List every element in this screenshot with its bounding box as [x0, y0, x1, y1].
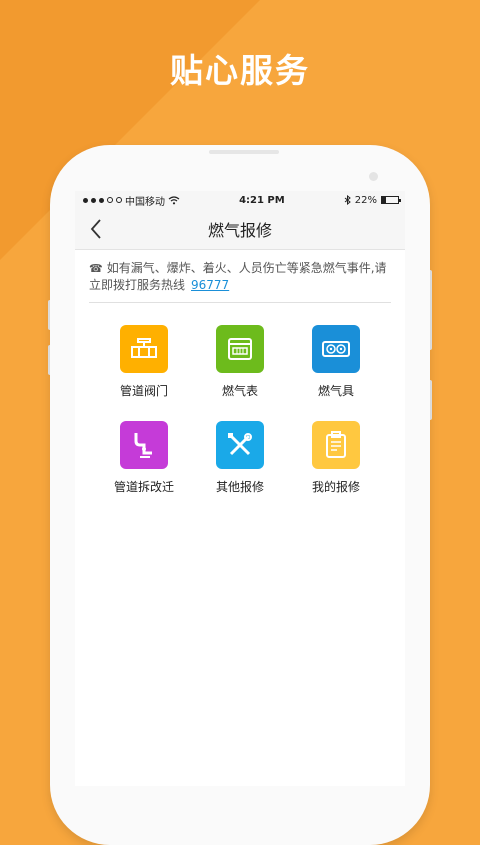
pipe-relocation-icon [134, 433, 152, 458]
service-label: 管道阀门 [119, 384, 168, 398]
service-gas-stove[interactable]: 燃气具 [288, 325, 384, 399]
repair-list-icon [326, 431, 346, 458]
pipe-relocation-tile [120, 421, 168, 469]
pipe-valve-tile [120, 325, 168, 373]
service-pipe-valve[interactable]: 管道阀门 [96, 325, 192, 399]
status-time: 4:21 PM [239, 194, 285, 206]
signal-dot [91, 197, 96, 203]
battery-icon [381, 196, 401, 204]
battery-percent: 22% [354, 194, 377, 206]
signal-dot [99, 197, 104, 203]
carrier-name: 中国移动 [125, 196, 165, 208]
service-my-repairs[interactable]: 我的报修 [288, 421, 384, 495]
gas-stove-tile [312, 325, 360, 373]
service-grid: 管道阀门 燃气表 燃气具 管道拆改迁 其他报修 我的报修 [75, 325, 405, 495]
signal-dot [116, 197, 122, 203]
repair-list-tile [312, 421, 360, 469]
bluetooth-icon [344, 195, 351, 205]
service-label: 我的报修 [311, 480, 360, 494]
phone-earpiece [209, 150, 279, 154]
service-other-repair[interactable]: 其他报修 [192, 421, 288, 495]
service-label: 燃气表 [221, 384, 258, 398]
service-label: 管道拆改迁 [113, 480, 174, 494]
phone-camera [369, 172, 378, 181]
gas-meter-icon [228, 338, 252, 360]
wifi-icon [168, 195, 180, 204]
nav-bar: 燃气报修 [75, 209, 405, 250]
gas-meter-tile [216, 325, 264, 373]
tools-tile [216, 421, 264, 469]
signal-dot [107, 197, 113, 203]
promo-title: 贴心服务 [170, 51, 310, 90]
pipe-valve-icon [131, 338, 157, 358]
page-title: 燃气报修 [207, 221, 272, 240]
service-label: 其他报修 [215, 480, 264, 494]
hotline-link[interactable]: 96777 [191, 278, 229, 292]
service-pipe-relocation[interactable]: 管道拆改迁 [96, 421, 192, 495]
signal-dot [83, 197, 88, 203]
phone-screen: 中国移动 4:21 PM 22% 燃气报修 ☎ 如有漏气、爆炸、着火、人员伤亡等紧 [75, 191, 405, 786]
status-bar: 中国移动 4:21 PM 22% [75, 191, 405, 209]
back-icon[interactable] [85, 217, 109, 241]
telephone-icon: ☎ [89, 262, 103, 275]
gas-stove-icon [322, 341, 350, 357]
service-gas-meter[interactable]: 燃气表 [192, 325, 288, 399]
emergency-notice: ☎ 如有漏气、爆炸、着火、人员伤亡等紧急燃气事件,请立即拨打服务热线 96777 [89, 250, 391, 303]
notice-text: 如有漏气、爆炸、着火、人员伤亡等紧急燃气事件,请立即拨打服务热线 [89, 261, 387, 292]
tools-icon [228, 433, 252, 456]
service-label: 燃气具 [317, 384, 354, 398]
